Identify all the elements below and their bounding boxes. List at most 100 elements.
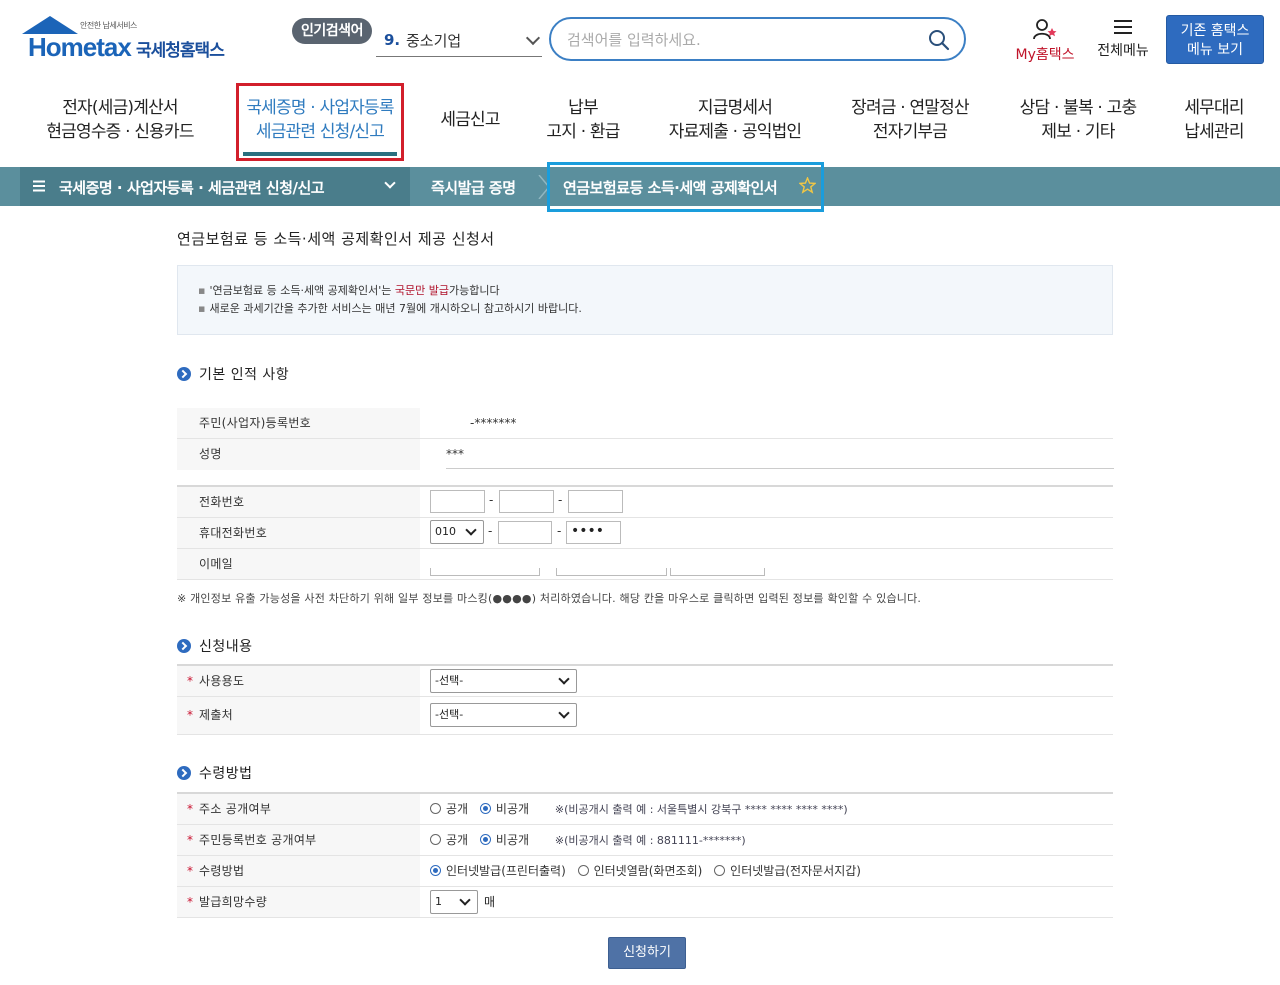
purpose-value: -선택- [435, 674, 464, 687]
rrn-label: 주민(사업자)등록번호 [177, 408, 420, 438]
radio-checked-icon [479, 803, 491, 814]
address-hint: ※(비공개시 출력 예 : 서울특별시 강북구 **** **** **** *… [554, 803, 848, 816]
address-public-text: 공개 [446, 802, 469, 816]
dash: - [488, 524, 493, 538]
address-private-radio[interactable]: 비공개 [479, 802, 530, 816]
legacy-menu-button[interactable]: 기존 홈택스 메뉴 보기 [1166, 15, 1264, 64]
address-public-label-text: 주소 공개여부 [199, 802, 272, 816]
address-private-text: 비공개 [495, 802, 530, 816]
rrn-public-radio[interactable]: 공개 [430, 833, 468, 847]
method-print-radio[interactable]: 인터넷발급(프린터출력) [430, 864, 566, 878]
gnb-item-tax-agent[interactable]: 세무대리 납세관리 [1172, 96, 1256, 144]
section-arrow-icon [177, 367, 191, 381]
mobile-last-input[interactable]: •••• [566, 521, 621, 544]
masking-note: ※ 개인정보 유출 가능성을 사전 차단하기 위해 일부 정보를 마스킹(●●●… [177, 592, 922, 605]
search-icon[interactable] [928, 29, 950, 51]
rrn-public-label: * 주민등록번호 공개여부 [177, 825, 420, 855]
section-apply-label: 신청내용 [199, 639, 253, 655]
address-public-radio[interactable]: 공개 [430, 802, 468, 816]
row-purpose: * 사용용도 [177, 666, 1113, 697]
chevron-down-icon [558, 707, 570, 719]
popular-rank: 9. [384, 31, 401, 49]
dash: - [558, 493, 563, 507]
receive-method-label-text: 수령방법 [199, 864, 245, 878]
gnb-item-payment[interactable]: 납부 고지 · 환급 [535, 96, 631, 144]
mobile-label: 휴대전화번호 [177, 518, 420, 548]
row-rrn-public: * 주민등록번호 공개여부 공개 비공개 ※(비공개시 출력 예 : 881111… [177, 825, 1113, 856]
method-view-radio[interactable]: 인터넷열람(화면조회) [577, 864, 702, 878]
section-basic-title: 기본 인적 사항 [177, 364, 289, 384]
row-rrn: 주민(사업자)등록번호 -******* [177, 408, 1113, 439]
radio-checked-icon [479, 834, 491, 845]
submit-button[interactable]: 신청하기 [608, 937, 686, 969]
page-title: 연금보험료 등 소득·세액 공제확인서 제공 신청서 [177, 230, 495, 248]
my-hometax-label: My홈택스 [1015, 47, 1075, 63]
hometax-logo[interactable]: 안전한 납세서비스 Hometax 국세청홈택스 [22, 14, 232, 66]
purpose-label: * 사용용도 [177, 666, 420, 696]
legacy-menu-line1: 기존 홈택스 [1180, 23, 1250, 39]
dash: - [557, 524, 562, 538]
phone-part1-input[interactable] [430, 490, 485, 513]
submit-to-label: * 제출처 [177, 697, 420, 734]
all-menu-label: 전체메뉴 [1097, 43, 1149, 59]
gnb-active-highlight [236, 83, 404, 161]
notice-box: ▪ '연금보험료 등 소득·세액 공제확인서'는 국문만 발급가능합니다 ▪ 새로운… [177, 265, 1113, 335]
logo-brand: Hometax [28, 32, 132, 62]
row-address-public: * 주소 공개여부 공개 비공개 ※(비공개시 출력 예 : 서울특별시 강북구 … [177, 794, 1113, 825]
method-wallet-text: 인터넷발급(전자문서지갑) [730, 864, 861, 878]
logo-name: 국세청홈택스 [136, 41, 225, 61]
breadcrumb-level2[interactable]: 즉시발급 증명 [431, 177, 516, 198]
user-star-icon [1033, 19, 1057, 40]
phone-part2-input[interactable] [499, 490, 554, 513]
all-menu-button[interactable]: 전체메뉴 [1092, 18, 1154, 60]
mobile-middle-input[interactable] [498, 521, 552, 544]
rrn-private-radio[interactable]: 비공개 [479, 833, 529, 847]
gnb-item-tax-filing[interactable]: 세금신고 [430, 108, 510, 132]
legacy-menu-line2: 메뉴 보기 [1187, 42, 1243, 58]
quantity-select[interactable]: 1 [430, 890, 478, 914]
radio-icon [714, 865, 726, 876]
address-public-label: * 주소 공개여부 [177, 794, 420, 824]
radio-checked-icon [430, 865, 441, 876]
gnb-item-payment-statement[interactable]: 지급명세서 자료제출 · 공익법인 [660, 96, 810, 144]
radio-icon [430, 834, 441, 845]
rrn-hint: ※(비공개시 출력 예 : 881111-*******) [554, 834, 746, 847]
submit-to-select[interactable]: -선택- [430, 703, 577, 727]
my-hometax-button[interactable]: My홈택스 [1010, 18, 1080, 64]
row-quantity: * 발급희망수량 [177, 887, 1113, 918]
email-id-input[interactable] [430, 568, 540, 576]
breadcrumb-level1[interactable]: 국세증명 · 사업자등록 · 세금관련 신청/신고 [59, 177, 325, 198]
name-label: 성명 [177, 439, 420, 470]
radio-icon [430, 803, 441, 814]
mobile-prefix-select[interactable]: 010 [430, 520, 484, 544]
row-name: 성명 *** [177, 439, 1114, 470]
popular-keyword: 중소기업 [406, 32, 462, 50]
quantity-label: * 발급희망수량 [177, 887, 420, 917]
submit-to-label-text: 제출처 [199, 708, 234, 722]
row-mobile: 휴대전화번호 [177, 518, 1113, 549]
email-domain-input[interactable] [556, 568, 667, 576]
gnb-item-consulting[interactable]: 상담 · 불복 · 고충 제보 · 기타 [1008, 96, 1148, 144]
search-input[interactable] [567, 27, 907, 53]
email-domain-select[interactable] [670, 568, 765, 576]
section-basic-label: 기본 인적 사항 [199, 367, 290, 383]
rrn-public-options: 공개 비공개 ※(비공개시 출력 예 : 881111-*******) [430, 825, 746, 855]
receive-method-label: * 수령방법 [177, 856, 420, 886]
gnb-item-einvoice[interactable]: 전자(세금)계산서 현금영수증 · 신용카드 [40, 96, 200, 144]
method-wallet-radio[interactable]: 인터넷발급(전자문서지갑) [714, 864, 861, 878]
radio-icon [577, 865, 589, 876]
hamburger-menu-icon [33, 180, 45, 192]
popular-search-badge: 인기검색어 [292, 18, 372, 44]
notice1-suffix: 가능합니다 [449, 284, 500, 297]
phone-part3-input[interactable] [568, 490, 623, 513]
gnb-item-incentive[interactable]: 장려금 · 연말정산 전자기부금 [840, 96, 980, 144]
popular-keyword-select[interactable]: 9. 중소기업 [376, 27, 542, 57]
chevron-down-icon [465, 524, 477, 536]
section-arrow-icon [177, 766, 191, 780]
purpose-select[interactable]: -선택- [430, 669, 577, 693]
phone-label: 전화번호 [177, 487, 420, 517]
notice1-highlight: 국문만 발급 [394, 284, 450, 297]
notice1-text: '연금보험료 등 소득·세액 공제확인서'는 [209, 284, 395, 297]
row-phone: 전화번호 [177, 487, 1113, 518]
quantity-unit: 매 [484, 895, 496, 909]
